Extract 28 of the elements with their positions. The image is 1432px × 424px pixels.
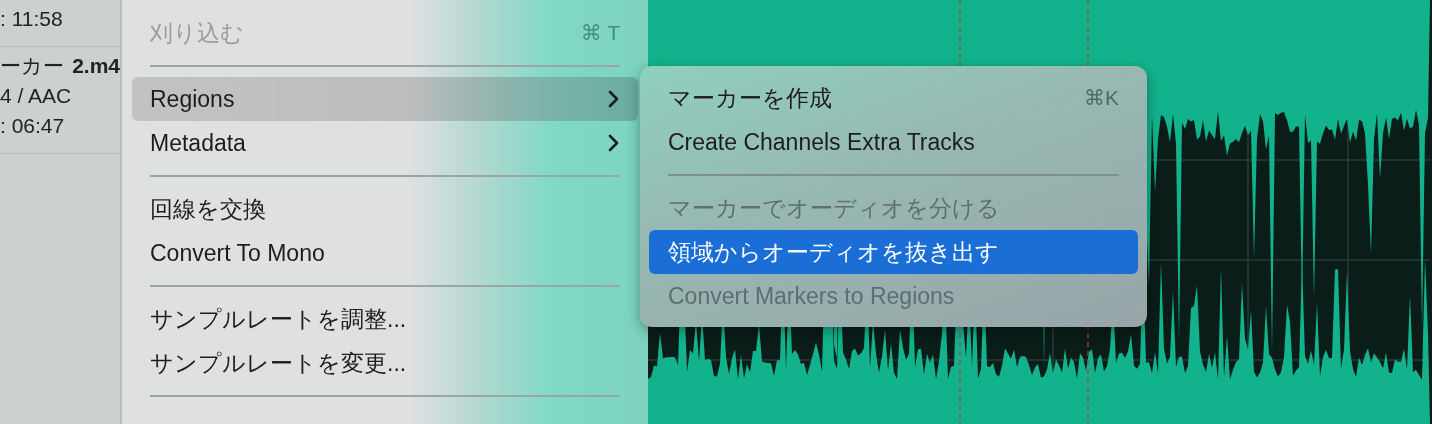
menu-item[interactable]: 領域からオーディオを抜き出す — [649, 230, 1138, 274]
menu-item[interactable]: Create Channels Extra Tracks — [649, 120, 1138, 164]
menu-item-label: Convert To Mono — [150, 238, 325, 268]
menu-item[interactable]: マーカーを作成 ⌘K — [649, 76, 1138, 120]
menu-item[interactable]: Metadata — [132, 121, 638, 165]
file-name: 2.m4 — [72, 53, 120, 79]
file-format: 4 / AAC — [0, 83, 72, 109]
menu-item[interactable]: Regions — [132, 77, 638, 121]
menu-item-label: サンプルレートを調整... — [150, 304, 407, 334]
menu-item-label: 領域からオーディオを抜き出す — [668, 237, 999, 267]
field-label: ーカー — [0, 53, 64, 79]
shortcut-label: ⌘K — [1084, 85, 1119, 112]
menu-item-label: Regions — [150, 84, 235, 114]
menu-item[interactable]: Convert To Mono — [132, 231, 638, 275]
shortcut-label: ⌘ T — [580, 20, 620, 47]
menu-item-label: Create Channels Extra Tracks — [668, 127, 975, 157]
menu-item-label: マーカーでオーディオを分ける — [668, 193, 1000, 223]
menu-item-label: マーカーを作成 — [668, 83, 832, 113]
menu-item-label: サンプルレートを変更... — [150, 348, 407, 378]
menu-item[interactable]: サンプルレートを調整... — [132, 297, 638, 341]
menu-item-label: Convert Markers to Regions — [668, 281, 955, 311]
menu-item[interactable]: 回線を交換 — [132, 187, 638, 231]
menu-item-label: 刈り込む — [150, 18, 244, 48]
file-duration: : 11:58 — [0, 6, 63, 32]
file-duration: : 06:47 — [0, 113, 65, 139]
menu-item-label: Metadata — [150, 128, 246, 158]
menu-item-label: 回線を交換 — [150, 194, 266, 224]
menu-item[interactable]: サンプルレートを変更... — [132, 341, 638, 385]
